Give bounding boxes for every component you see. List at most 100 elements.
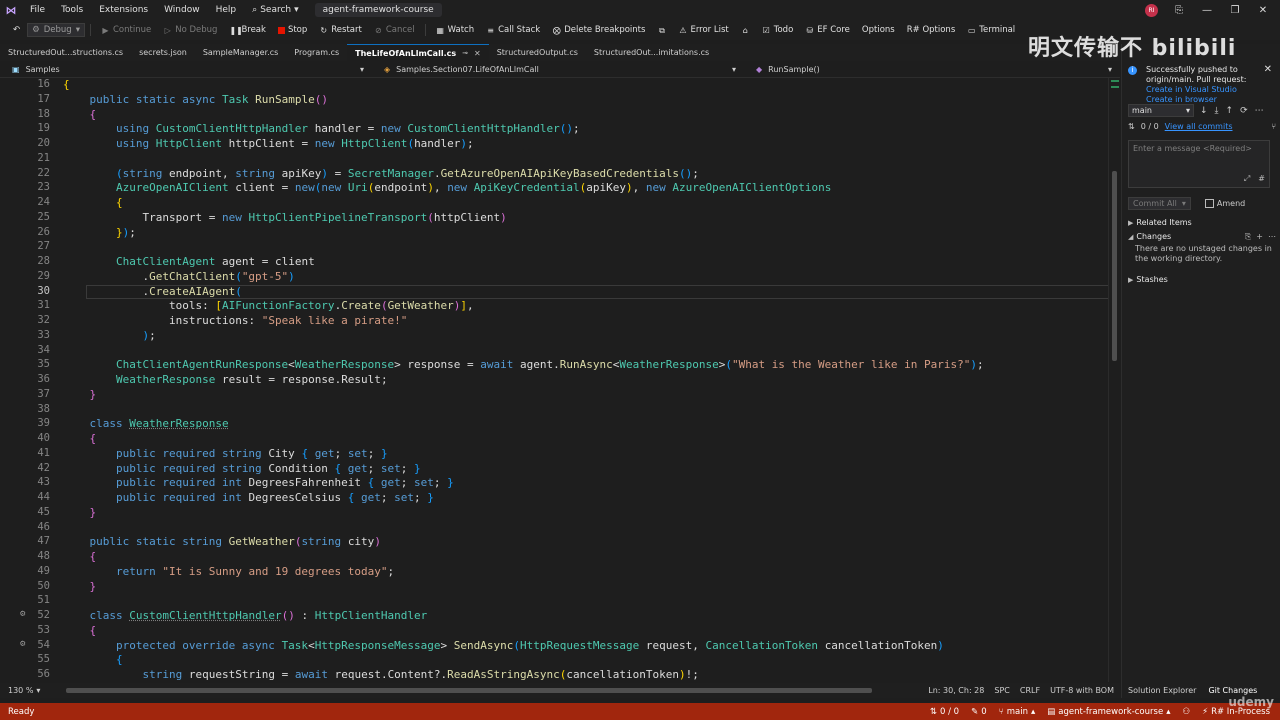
sync-status[interactable]: ⇅ 0 / 0 bbox=[930, 707, 959, 717]
code-line[interactable]: 27 bbox=[0, 240, 1108, 255]
menu-item-tools[interactable]: Tools bbox=[53, 0, 91, 20]
code-line[interactable]: 46 bbox=[0, 521, 1108, 536]
code-line[interactable]: 39 class WeatherResponse bbox=[0, 417, 1108, 432]
code-line[interactable]: 17 public static async Task RunSample() bbox=[0, 93, 1108, 108]
minimize-icon[interactable]: — bbox=[1200, 5, 1214, 16]
delete-breakpoints-button[interactable]: ⨂ Delete Breakpoints bbox=[547, 25, 650, 35]
continue-button[interactable]: ▶ Continue bbox=[96, 25, 156, 35]
restart-button[interactable]: ↻ Restart bbox=[314, 25, 367, 35]
visual-studio-logo-icon[interactable]: ⋈ bbox=[0, 0, 22, 20]
configuration-dropdown[interactable]: ⚙ Debug ▾ bbox=[27, 23, 85, 37]
pending-changes[interactable]: ✎ 0 bbox=[971, 707, 987, 717]
code-line[interactable]: 41 public required string City { get; se… bbox=[0, 447, 1108, 462]
code-line[interactable]: 38 bbox=[0, 403, 1108, 418]
call-stack-button[interactable]: ≡ Call Stack bbox=[481, 25, 545, 35]
stop-button[interactable]: Stop bbox=[273, 25, 312, 35]
push-icon[interactable]: ↑ bbox=[1226, 106, 1234, 116]
cursor-position[interactable]: Ln: 30, Ch: 28 bbox=[928, 686, 984, 695]
break-button[interactable]: ❚❚ Break bbox=[224, 25, 271, 35]
close-icon[interactable]: ✕ bbox=[1264, 64, 1272, 75]
sync-icon[interactable]: ⟳ bbox=[1240, 106, 1248, 116]
code-line[interactable]: 31 tools: [AIFunctionFactory.Create(GetW… bbox=[0, 299, 1108, 314]
r-options-button[interactable]: R# Options bbox=[902, 25, 961, 35]
branch-icon[interactable]: ⑂ bbox=[1271, 122, 1276, 131]
create-in-vs-link[interactable]: Create in Visual Studio bbox=[1146, 85, 1237, 94]
code-line[interactable]: 35 ChatClientAgentRunResponse<WeatherRes… bbox=[0, 358, 1108, 373]
maximize-icon[interactable]: ❐ bbox=[1228, 5, 1242, 16]
editor-scrollbar[interactable] bbox=[1108, 78, 1121, 682]
amend-checkbox[interactable]: Amend bbox=[1204, 199, 1245, 208]
code-line[interactable]: 40 { bbox=[0, 432, 1108, 447]
more-icon[interactable]: ⋯ bbox=[1255, 106, 1264, 116]
tab-1[interactable]: secrets.json bbox=[131, 44, 195, 61]
tab-5[interactable]: StructuredOutput.cs bbox=[489, 44, 586, 61]
code-line[interactable]: 55 { bbox=[0, 653, 1108, 668]
code-line[interactable]: 16 { bbox=[0, 78, 1108, 93]
more-icon[interactable]: ⋯ bbox=[1268, 232, 1276, 242]
menu-item-extensions[interactable]: Extensions bbox=[91, 0, 156, 20]
line-endings[interactable]: CRLF bbox=[1020, 686, 1040, 695]
whitespace-mode[interactable]: SPC bbox=[994, 686, 1010, 695]
code-line[interactable]: 32 instructions: "Speak like a pirate!" bbox=[0, 314, 1108, 329]
pin-icon[interactable]: ⊸ bbox=[462, 45, 468, 62]
scrollbar-thumb[interactable] bbox=[1112, 171, 1117, 361]
cancel-button[interactable]: ⊘ Cancel bbox=[369, 25, 420, 35]
menu-item-help[interactable]: Help bbox=[208, 0, 245, 20]
code-line[interactable]: 25 Transport = new HttpClientPipelineTra… bbox=[0, 211, 1108, 226]
code-line[interactable]: 34 bbox=[0, 344, 1108, 359]
share-icon[interactable]: ⎘ bbox=[1172, 5, 1186, 16]
file-encoding[interactable]: UTF-8 with BOM bbox=[1050, 686, 1114, 695]
pull-icon[interactable]: ⤓ bbox=[1215, 106, 1219, 116]
avatar[interactable]: RI bbox=[1145, 3, 1158, 17]
code-line[interactable]: 53 { bbox=[0, 624, 1108, 639]
home-button[interactable]: ⌂ bbox=[736, 26, 755, 35]
code-line[interactable]: 20 using HttpClient httpClient = new Htt… bbox=[0, 137, 1108, 152]
code-line[interactable]: 50 } bbox=[0, 580, 1108, 595]
code-line[interactable]: 18 { bbox=[0, 108, 1108, 123]
code-line[interactable]: 19 using CustomClientHttpHandler handler… bbox=[0, 122, 1108, 137]
code-line[interactable]: 48 { bbox=[0, 550, 1108, 565]
code-line[interactable]: 26 }); bbox=[0, 226, 1108, 241]
code-line[interactable]: 51 bbox=[0, 594, 1108, 609]
code-line[interactable]: 29 .GetChatClient("gpt-5") bbox=[0, 270, 1108, 285]
code-line[interactable]: 28 ChatClientAgent agent = client bbox=[0, 255, 1108, 270]
solution-name[interactable]: agent-framework-course bbox=[314, 3, 442, 17]
code-line[interactable]: 49 return "It is Sunny and 19 degrees to… bbox=[0, 565, 1108, 580]
commit-message-input[interactable]: Enter a message <Required> ⤢ # bbox=[1128, 140, 1270, 188]
code-line[interactable]: 23 AzureOpenAIClient client = new(new Ur… bbox=[0, 181, 1108, 196]
code-line[interactable]: 44 public required int DegreesCelsius { … bbox=[0, 491, 1108, 506]
branch-status[interactable]: ⑂ main ▴ bbox=[999, 707, 1036, 717]
project-dropdown[interactable]: ▣ Samples ▾ bbox=[0, 65, 372, 74]
branch-dropdown[interactable]: main ▾ bbox=[1128, 104, 1194, 117]
class-dropdown[interactable]: ◈ Samples.Section07.LifeOfAnLlmCall ▾ bbox=[372, 65, 744, 74]
todo-button[interactable]: ☑ Todo bbox=[757, 25, 799, 35]
code-line[interactable]: 30 .CreateAIAgent( bbox=[0, 284, 1108, 300]
terminal-button[interactable]: ▭ Terminal bbox=[962, 25, 1020, 35]
tab-3[interactable]: Program.cs bbox=[286, 44, 347, 61]
zoom-dropdown[interactable]: 130 % ▾ bbox=[0, 686, 48, 695]
error-list-button[interactable]: ⚠ Error List bbox=[673, 25, 733, 35]
horizontal-scrollbar[interactable] bbox=[66, 688, 872, 693]
code-line[interactable]: 47 public static string GetWeather(strin… bbox=[0, 535, 1108, 550]
code-line[interactable]: 24 { bbox=[0, 196, 1108, 211]
close-tab-icon[interactable]: ✕ bbox=[474, 45, 481, 62]
options-button[interactable]: Options bbox=[857, 25, 900, 35]
code-line[interactable]: 43 public required int DegreesFahrenheit… bbox=[0, 476, 1108, 491]
code-line[interactable]: ⚙ 52 class CustomClientHttpHandler() : Ht… bbox=[0, 609, 1108, 624]
ef-core-button[interactable]: ⛁ EF Core bbox=[800, 25, 855, 35]
menu-item-file[interactable]: File bbox=[22, 0, 53, 20]
changes-section[interactable]: ◢ Changes ⎘ + ⋯ bbox=[1128, 232, 1276, 241]
no-debug-button[interactable]: ▷ No Debug bbox=[158, 25, 222, 35]
tab-6[interactable]: StructuredOut...imitations.cs bbox=[586, 44, 717, 61]
code-line[interactable]: 37 } bbox=[0, 388, 1108, 403]
view-all-commits-link[interactable]: View all commits bbox=[1165, 122, 1233, 131]
search-menu[interactable]: ⌕ Search ▾ bbox=[244, 0, 307, 20]
code-line[interactable]: 21 bbox=[0, 152, 1108, 167]
code-line[interactable]: ⚙ 54 protected override async Task<HttpRe… bbox=[0, 639, 1108, 654]
code-line[interactable]: 22 (string endpoint, string apiKey) = Se… bbox=[0, 167, 1108, 182]
member-dropdown[interactable]: ◆ RunSample() ▾ bbox=[744, 65, 1120, 74]
code-line[interactable]: 33 ); bbox=[0, 329, 1108, 344]
tab-0[interactable]: StructuredOut...structions.cs bbox=[0, 44, 131, 61]
toolbar-extra-button[interactable]: ⧉ bbox=[652, 26, 671, 35]
commit-all-button[interactable]: Commit All ▾ bbox=[1128, 197, 1191, 210]
